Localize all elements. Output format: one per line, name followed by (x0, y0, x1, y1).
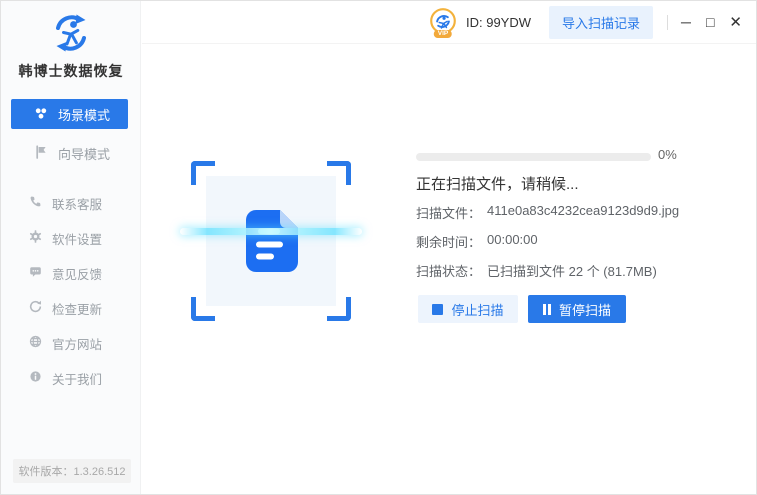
sidebar-item-contact-support[interactable]: 联系客服 (1, 193, 141, 213)
stop-icon (432, 304, 443, 315)
sidebar-item-official-website[interactable]: 官方网站 (1, 333, 141, 353)
frame-corner-icon (191, 297, 215, 321)
titlebar-separator (667, 15, 668, 30)
stop-scan-label: 停止扫描 (451, 300, 503, 319)
scan-file-label: 扫描文件： (416, 203, 481, 222)
feedback-icon (29, 265, 42, 281)
sidebar-item-label: 联系客服 (52, 194, 102, 213)
app-title: 韩博士数据恢复 (1, 61, 141, 81)
sidebar-item-feedback[interactable]: 意见反馈 (1, 263, 141, 283)
sidebar-item-label: 检查更新 (52, 299, 102, 318)
scan-status-heading: 正在扫描文件，请稍候... (416, 173, 579, 194)
gear-icon (29, 230, 42, 246)
sidebar-item-check-update[interactable]: 检查更新 (1, 298, 141, 318)
flag-icon (34, 145, 48, 162)
scan-state-value: 已扫描到文件 22 个 (81.7MB) (487, 261, 657, 280)
about-icon (29, 370, 42, 386)
scan-file-row: 扫描文件： 411e0a83c4232cea9123d9d9.jpg (416, 203, 679, 222)
app-logo-icon (1, 11, 141, 55)
user-id: ID: 99YDW (466, 15, 531, 30)
sidebar-item-wizard-mode[interactable]: 向导模式 (11, 138, 128, 168)
software-version: 软件版本：1.3.26.512 (13, 459, 131, 483)
vip-account-icon: VIP (428, 7, 458, 37)
scan-state-label: 扫描状态： (416, 261, 481, 280)
scan-state-row: 扫描状态： 已扫描到文件 22 个 (81.7MB) (416, 261, 657, 280)
pause-icon (543, 304, 551, 315)
phone-icon (29, 195, 42, 211)
progress-percent: 0% (658, 147, 677, 162)
progress-bar (416, 153, 651, 161)
sidebar-item-label: 意见反馈 (52, 264, 102, 283)
vip-label: VIP (434, 30, 452, 39)
sidebar-item-about-us[interactable]: 关于我们 (1, 368, 141, 388)
sidebar-item-label: 向导模式 (58, 144, 110, 163)
document-icon (238, 207, 304, 280)
titlebar: VIP ID: 99YDW 导入扫描记录 ─ □ ✕ (142, 1, 756, 44)
sidebar-item-settings[interactable]: 软件设置 (1, 228, 141, 248)
sidebar-item-label: 软件设置 (52, 229, 102, 248)
cluster-icon (34, 106, 48, 123)
time-remaining-row: 剩余时间： 00:00:00 (416, 232, 538, 251)
update-icon (29, 300, 42, 316)
sidebar-item-label: 官方网站 (52, 334, 102, 353)
pause-scan-button[interactable]: 暂停扫描 (528, 295, 626, 323)
import-scan-records-button[interactable]: 导入扫描记录 (549, 6, 653, 39)
sidebar-item-label: 场景模式 (58, 105, 110, 124)
sidebar-menu: 联系客服 软件设置 (1, 193, 141, 403)
sidebar-item-scene-mode[interactable]: 场景模式 (11, 99, 128, 129)
frame-corner-icon (191, 161, 215, 185)
pause-scan-label: 暂停扫描 (559, 300, 611, 319)
scan-file-value: 411e0a83c4232cea9123d9d9.jpg (487, 203, 679, 222)
time-remaining-label: 剩余时间： (416, 232, 481, 251)
app-window: 韩博士数据恢复 场景模式 向导模式 (0, 0, 757, 495)
globe-icon (29, 335, 42, 351)
sidebar: 韩博士数据恢复 场景模式 向导模式 (1, 1, 141, 495)
frame-corner-icon (327, 161, 351, 185)
scan-line (180, 228, 362, 235)
frame-corner-icon (327, 297, 351, 321)
maximize-button[interactable]: □ (706, 15, 714, 29)
stop-scan-button[interactable]: 停止扫描 (418, 295, 518, 323)
close-button[interactable]: ✕ (729, 15, 742, 30)
sidebar-item-label: 关于我们 (52, 369, 102, 388)
time-remaining-value: 00:00:00 (487, 232, 538, 251)
minimize-button[interactable]: ─ (681, 15, 691, 29)
